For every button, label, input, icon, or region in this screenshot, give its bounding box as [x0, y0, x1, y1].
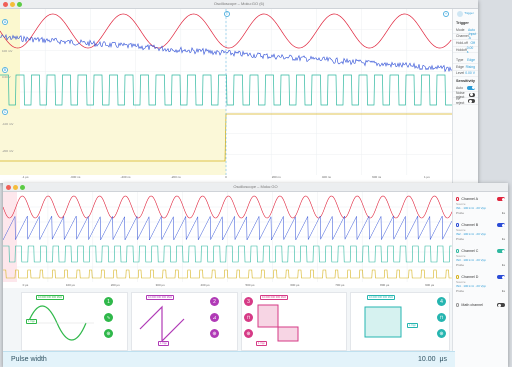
time-tick: 600 μs: [290, 283, 300, 287]
time-tick: 400 μs: [200, 283, 210, 287]
pulse-width-label: Pulse width: [11, 356, 47, 363]
top-plot-area[interactable]: 100 mV 0.00 V -100 mV -200 mV A B C T +: [0, 9, 452, 175]
amplitude-tag[interactable]: 1 Vpp: [26, 319, 37, 324]
channel-dot-icon: [456, 197, 460, 201]
time-tick: 0: [225, 175, 227, 179]
waveform-pulse-icon[interactable]: ⊓: [244, 313, 253, 322]
frequency-tag[interactable]: 10.000 000 000 MHz: [36, 295, 65, 300]
output-toggle-icon[interactable]: ⊕: [210, 329, 219, 338]
time-tick: -600 ns: [70, 175, 81, 179]
panel-row[interactable]: Type Edge: [453, 57, 478, 64]
top-time-axis: -1 μs -600 ns -400 ns -200 ns 0 200 ns 4…: [0, 175, 452, 179]
trigger-tab[interactable]: Trigger: [464, 11, 473, 17]
panel-row[interactable]: Edge Rising: [453, 64, 478, 71]
time-tick: 500 μs: [245, 283, 255, 287]
amplitude-tag[interactable]: 1 Vpp: [158, 341, 169, 346]
time-tick: 1 μs: [423, 175, 430, 179]
toggle-switch[interactable]: [467, 85, 475, 90]
sensitivity-header: Sensitivity: [456, 79, 475, 84]
time-tick: 700 μs: [335, 283, 345, 287]
channel-dot-icon: [456, 275, 460, 279]
top-titlebar: Oscilloscope – Moku:GO (6): [0, 0, 478, 9]
panel-row[interactable]: Channel Input A: [453, 32, 478, 40]
channel-2-button[interactable]: 2: [210, 297, 219, 306]
highlight-band: [3, 192, 17, 282]
waveform-sine-icon[interactable]: ∿: [104, 313, 113, 322]
frequency-tag[interactable]: 10.000 000 000 MHz: [260, 295, 289, 300]
channel-3-button[interactable]: 3: [244, 297, 253, 306]
waveform-pulse-icon[interactable]: ⊓: [437, 313, 446, 322]
output-toggle-icon[interactable]: ⊕: [104, 329, 113, 338]
waveform-ramp-icon[interactable]: ⊿: [210, 313, 219, 322]
cursor-marker-icon[interactable]: +: [443, 11, 449, 17]
y-label: -100 mV: [2, 122, 14, 126]
ramp-preview-svg: [139, 305, 185, 343]
bottom-titlebar: Oscilloscope – Moku:GO: [3, 183, 508, 192]
panel-row[interactable]: Level 0.00 V: [453, 71, 478, 78]
output-toggle-icon[interactable]: ⊕: [437, 329, 446, 338]
channel-a-trace: [0, 13, 452, 49]
y-label: 100 mV: [2, 49, 13, 53]
top-oscilloscope-window: Oscilloscope – Moku:GO (6) 100 mV 0.00 V…: [0, 0, 478, 183]
bottom-time-axis: 0 μs 100 μs 200 μs 300 μs 400 μs 500 μs …: [3, 283, 452, 287]
math-channel-toggle[interactable]: [497, 303, 505, 307]
time-tick: 200 μs: [110, 283, 120, 287]
time-tick: -200 ns: [170, 175, 181, 179]
pulse-width-bar[interactable]: Pulse width 10.00 μs: [3, 351, 455, 367]
generator-card-1[interactable]: 10.000 000 000 MHz 1 Vpp 1 ∿ ⊕: [21, 292, 128, 351]
amplitude-tag[interactable]: 1 Vpp: [256, 341, 267, 346]
trigger-panel: Trigger Trigger Mode Auto Channel Input A …: [452, 9, 478, 183]
panel-row[interactable]: Holdoff 0.00 s: [453, 46, 478, 54]
y-label: -200 mV: [2, 149, 14, 153]
time-tick: -400 ns: [120, 175, 131, 179]
channel-a-toggle[interactable]: [497, 197, 505, 201]
trigger-header: Trigger: [456, 21, 469, 25]
channels-panel: Channel A Source IN1 · 100 k Ω · 20 Vpp …: [452, 192, 508, 367]
channel-dot-icon: [456, 249, 460, 253]
time-tick: 900 μs: [425, 283, 435, 287]
generator-card-4[interactable]: 10.000 000 000 MHz 1 Vpp 4 ⊓ ⊕: [350, 292, 450, 351]
time-tick: 300 μs: [155, 283, 165, 287]
math-channel-row[interactable]: Math channel: [453, 302, 508, 308]
pulse-width-value[interactable]: 10.00 μs: [418, 356, 447, 363]
bottom-waveform-svg: [3, 192, 452, 282]
time-tick: -1 μs: [21, 175, 29, 179]
generator-card-2[interactable]: 10.000 000 000 MHz 1 Vpp 2 ⊿ ⊕: [131, 292, 238, 351]
time-tick: 200 ns: [271, 175, 281, 179]
trigger-marker-icon[interactable]: T: [224, 11, 230, 17]
output-toggle-icon[interactable]: ⊕: [244, 329, 253, 338]
pulse-preview-svg: [364, 306, 402, 338]
toggle-row[interactable]: HF reject: [453, 97, 478, 105]
channel-4-button[interactable]: 4: [437, 297, 446, 306]
time-tick: 600 ns: [372, 175, 382, 179]
window-title: Oscilloscope – Moku:GO (6): [213, 1, 265, 6]
settings-icon[interactable]: [457, 11, 464, 17]
channel-a-marker[interactable]: A: [2, 19, 8, 25]
channel-b-marker[interactable]: B: [2, 67, 8, 73]
channel-b-toggle[interactable]: [497, 223, 505, 227]
time-tick: 0 μs: [22, 283, 29, 287]
bottom-oscilloscope-window: Oscilloscope – Moku:GO 0 μs 100 μs 200 μ…: [3, 183, 508, 367]
panel-toolbar: Trigger: [453, 9, 478, 19]
highlight-band: [0, 109, 226, 175]
y-label: 0.00 V: [2, 75, 11, 79]
channel-1-button[interactable]: 1: [104, 297, 113, 306]
channel-d-toggle[interactable]: [497, 275, 505, 279]
time-tick: 400 ns: [321, 175, 331, 179]
top-waveform-svg: [0, 9, 452, 175]
toggle-switch[interactable]: [469, 92, 475, 97]
channel-c-marker[interactable]: C: [2, 109, 8, 115]
channel-dot-icon: [456, 223, 460, 227]
channel-c-toggle[interactable]: [497, 249, 505, 253]
frequency-tag[interactable]: 10.000 000 000 MHz: [146, 295, 175, 300]
math-dot-icon: [456, 303, 460, 307]
time-tick: 800 μs: [380, 283, 390, 287]
frequency-tag[interactable]: 10.000 000 000 MHz: [367, 295, 396, 300]
time-tick: 100 μs: [65, 283, 75, 287]
bottom-plot-area[interactable]: [3, 192, 452, 282]
window-title: Oscilloscope – Moku:GO: [233, 184, 278, 189]
amplitude-tag[interactable]: 1 Vpp: [407, 323, 418, 328]
generator-card-3[interactable]: 10.000 000 000 MHz 1 Vpp 3 ⊓ ⊕: [241, 292, 347, 351]
toggle-switch[interactable]: [468, 99, 475, 104]
